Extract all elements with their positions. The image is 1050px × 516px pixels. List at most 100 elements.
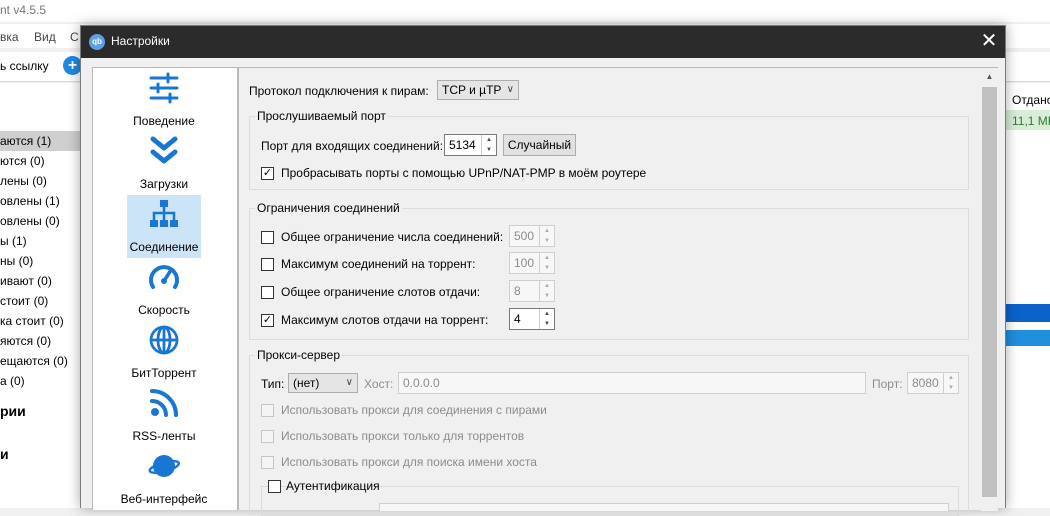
category-rss[interactable]: RSS-ленты: [127, 384, 201, 447]
speedometer-icon: [149, 265, 179, 289]
proxy-type-select[interactable]: (нет) ∨: [288, 373, 358, 393]
category-connection[interactable]: Соединение: [127, 195, 201, 258]
global-upload-slots-input[interactable]: 8 ▲ ▼: [509, 280, 555, 302]
proxy-type-value: (нет): [293, 376, 320, 390]
proxy-port-label: Порт:: [872, 377, 903, 391]
spin-up-icon[interactable]: ▲: [540, 226, 554, 236]
spin-up-icon[interactable]: ▲: [482, 135, 496, 145]
main-window-titlebar: [0, 0, 1050, 22]
proxy-type-label: Тип:: [261, 377, 285, 391]
limit-label: Максимум соединений на торрент:: [281, 257, 476, 271]
proxy-option-label: Использовать прокси для соединения с пир…: [281, 403, 547, 417]
global-connections-input[interactable]: 500 ▲ ▼: [509, 225, 555, 247]
menu-edit[interactable]: вка: [0, 30, 19, 44]
filter-item[interactable]: ются (0): [0, 151, 80, 171]
settings-scrollbar[interactable]: ▲: [981, 68, 998, 511]
random-port-button[interactable]: Случайный: [503, 134, 576, 156]
category-label: Соединение: [129, 240, 199, 254]
limit-value: 100: [514, 256, 535, 270]
settings-category-list: Поведение Загрузки Соединение Скорость Б…: [92, 67, 238, 510]
menu-tools[interactable]: С: [70, 30, 79, 44]
global-connections-checkbox[interactable]: [261, 231, 274, 244]
close-icon[interactable]: ✕: [977, 30, 1001, 54]
dialog-titlebar[interactable]: qb Настройки ✕: [81, 26, 1005, 58]
proxy-torrents-only-checkbox[interactable]: [261, 430, 274, 443]
filter-item[interactable]: лены (0): [0, 171, 80, 191]
uploaded-value: 11,1 МБ: [1012, 114, 1050, 128]
filter-item[interactable]: ещаются (0): [0, 351, 80, 371]
filter-item[interactable]: ивают (0): [0, 271, 80, 291]
proxy-host-label: Хост:: [364, 377, 394, 391]
settings-dialog: qb Настройки ✕ Поведение Загрузки Соедин…: [80, 25, 1006, 516]
filter-item[interactable]: аются (1): [0, 131, 80, 151]
filter-item[interactable]: овлены (1): [0, 191, 80, 211]
category-behavior[interactable]: Поведение: [127, 69, 201, 132]
spin-down-icon[interactable]: ▼: [540, 236, 554, 246]
sliders-icon: [149, 72, 179, 104]
category-bittorrent[interactable]: БитТоррент: [127, 321, 201, 384]
spin-down-icon[interactable]: ▼: [540, 291, 554, 301]
per-torrent-connections-input[interactable]: 100 ▲ ▼: [509, 252, 555, 274]
filter-item[interactable]: ны (0): [0, 251, 80, 271]
connection-settings-panel: Протокол подключения к пирам: TCP и µTP …: [238, 67, 998, 516]
filter-item[interactable]: овлены (0): [0, 211, 80, 231]
proxy-title: Прокси-сервер: [255, 348, 342, 362]
incoming-port-value: 5134: [449, 138, 476, 152]
torrent-list-edge: [1006, 83, 1050, 508]
spin-down-icon[interactable]: ▼: [540, 263, 554, 273]
limit-label: Общее ограничение слотов отдачи:: [281, 285, 481, 299]
category-label: Загрузки: [139, 177, 189, 191]
global-upload-slots-checkbox[interactable]: [261, 286, 274, 299]
spin-down-icon[interactable]: ▼: [944, 383, 958, 393]
spin-up-icon[interactable]: ▲: [944, 373, 958, 383]
upnp-checkbox[interactable]: ✓: [261, 167, 274, 180]
category-speed[interactable]: Скорость: [127, 258, 201, 321]
filter-item[interactable]: ка стоит (0): [0, 311, 80, 331]
auth-label: Аутентификация: [286, 479, 380, 493]
per-torrent-upload-slots-checkbox[interactable]: ✓: [261, 314, 274, 327]
column-header-uploaded[interactable]: Отдано: [1012, 93, 1050, 107]
scrollbar-thumb[interactable]: [982, 87, 997, 497]
auth-checkbox[interactable]: [268, 480, 281, 493]
category-label: Скорость: [138, 303, 190, 317]
per-torrent-upload-slots-input[interactable]: 4 ▲ ▼: [509, 308, 555, 330]
proxy-port-input[interactable]: 8080 ▲ ▼: [907, 372, 959, 394]
category-label: RSS-ленты: [132, 429, 196, 443]
main-window-title: nt v4.5.5: [0, 3, 47, 17]
dialog-title: Настройки: [111, 34, 170, 48]
protocol-label: Протокол подключения к пирам:: [249, 84, 429, 98]
auth-username-input[interactable]: [379, 503, 949, 511]
category-webui[interactable]: Веб-интерфейс: [121, 447, 207, 510]
chevron-down-icon: ∨: [506, 84, 514, 95]
proxy-port-value: 8080: [912, 376, 939, 390]
planet-icon: [148, 455, 180, 477]
filter-item[interactable]: стоит (0): [0, 291, 80, 311]
add-link-button[interactable]: ь ссылку: [0, 59, 49, 73]
scroll-up-icon[interactable]: ▲: [981, 68, 998, 85]
proxy-host-input[interactable]: 0.0.0.0: [398, 372, 866, 394]
spin-down-icon[interactable]: ▼: [482, 145, 496, 155]
incoming-port-input[interactable]: 5134 ▲ ▼: [444, 134, 497, 156]
spin-up-icon[interactable]: ▲: [540, 281, 554, 291]
connection-limits-title: Ограничения соединений: [255, 201, 402, 215]
proxy-peers-checkbox[interactable]: [261, 404, 274, 417]
per-torrent-connections-checkbox[interactable]: [261, 258, 274, 271]
limit-value: 8: [514, 284, 521, 298]
listening-port-title: Прослушиваемый порт: [255, 109, 388, 123]
tags-section-title: и: [0, 446, 9, 462]
filter-item[interactable]: ы (1): [0, 231, 80, 251]
protocol-select[interactable]: TCP и µTP ∨: [437, 80, 519, 100]
proxy-hostname-checkbox[interactable]: [261, 456, 274, 469]
spin-down-icon[interactable]: ▼: [540, 319, 554, 329]
globe-icon: [149, 325, 179, 355]
category-label: Веб-интерфейс: [120, 492, 208, 506]
menu-view[interactable]: Вид: [34, 30, 56, 44]
network-icon: [150, 200, 178, 227]
chevron-down-icon: ∨: [345, 377, 353, 388]
filter-item[interactable]: яются (0): [0, 331, 80, 351]
limit-value: 4: [514, 312, 521, 326]
spin-up-icon[interactable]: ▲: [540, 253, 554, 263]
spin-up-icon[interactable]: ▲: [540, 309, 554, 319]
filter-item[interactable]: а (0): [0, 371, 80, 391]
category-downloads[interactable]: Загрузки: [127, 132, 201, 195]
